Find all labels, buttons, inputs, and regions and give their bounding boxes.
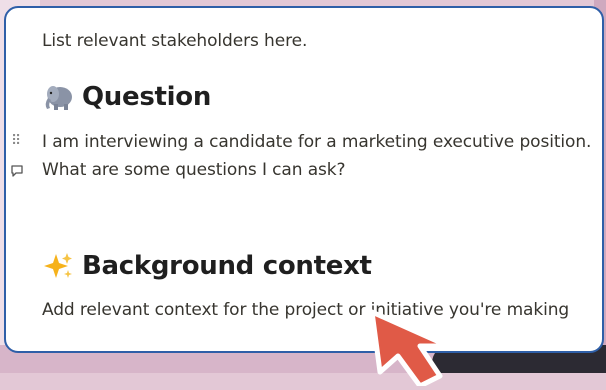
elephant-icon — [42, 82, 74, 112]
document-card: List relevant stakeholders here. Questio… — [4, 6, 604, 353]
question-heading[interactable]: Question — [42, 82, 211, 112]
question-line-2[interactable]: What are some questions I can ask? — [42, 160, 346, 180]
mouse-pointer-icon — [368, 306, 498, 389]
drag-handle-icon[interactable]: ⠿ — [11, 134, 21, 148]
background-heading-text: Background context — [82, 251, 372, 281]
question-heading-text: Question — [82, 82, 212, 112]
comment-icon[interactable] — [10, 163, 26, 183]
stakeholders-placeholder[interactable]: List relevant stakeholders here. — [42, 31, 307, 51]
question-line-1[interactable]: I am interviewing a candidate for a mark… — [42, 132, 591, 152]
background-heading[interactable]: Background context — [42, 251, 372, 281]
sparkles-icon — [42, 251, 74, 281]
